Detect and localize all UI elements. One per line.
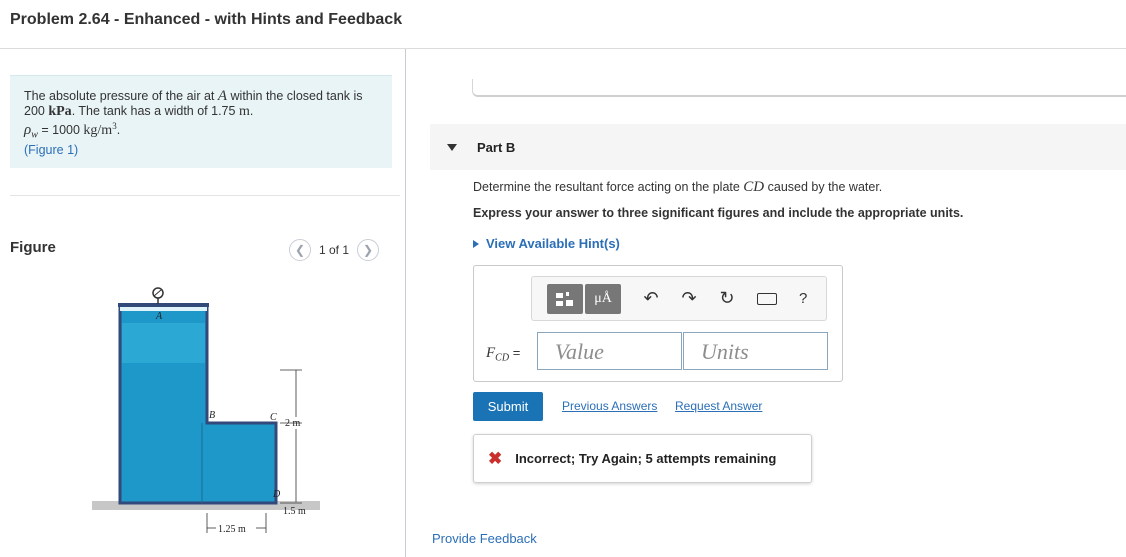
dim-label-1-25m: 1.25 m: [218, 524, 246, 535]
part-b-header[interactable]: Part B: [430, 124, 1126, 170]
answer-variable-sub: CD: [495, 352, 510, 364]
units-button[interactable]: μÅ: [585, 283, 621, 314]
feedback-message-box: ✖ Incorrect; Try Again; 5 attempts remai…: [473, 434, 812, 483]
provide-feedback-link[interactable]: Provide Feedback: [432, 531, 537, 546]
undo-icon[interactable]: ↶: [643, 288, 659, 309]
water-highlight: [122, 323, 205, 363]
x-icon: ✖: [488, 448, 503, 468]
statement-text: within the closed tank is: [227, 89, 363, 103]
question-text: Determine the resultant force acting on …: [473, 179, 882, 196]
width-unit: m: [238, 104, 250, 119]
rho-value: = 1000: [37, 123, 84, 138]
label-a: A: [155, 311, 163, 322]
rho-subscript: w: [31, 129, 38, 141]
reset-icon[interactable]: ↻: [719, 288, 735, 309]
submit-button[interactable]: Submit: [473, 392, 543, 421]
answer-panel: μÅ ↶ ↷ ↻ ? FCD = Value Units: [473, 265, 843, 382]
statement-text: .: [249, 104, 254, 118]
left-column: The absolute pressure of the air at A wi…: [0, 49, 406, 557]
right-column: Part B Determine the resultant force act…: [406, 49, 1126, 557]
math-toolbar: μÅ ↶ ↷ ↻ ?: [531, 276, 827, 321]
question-var: CD: [743, 179, 765, 195]
figure-heading: Figure: [10, 239, 56, 256]
problem-title: Problem 2.64 - Enhanced - with Hints and…: [10, 11, 403, 28]
figure-counter: 1 of 1: [319, 243, 350, 257]
statement-text: . The tank has a width of 1.75: [71, 104, 239, 118]
statement-text: .: [116, 123, 121, 138]
answer-variable-label: FCD =: [486, 345, 520, 364]
dim-label-1-5m: 1.5 m: [283, 506, 306, 517]
figure-pager: ❮ 1 of 1 ❯: [289, 239, 380, 261]
point-a-var: A: [217, 88, 228, 104]
templates-icon[interactable]: [547, 283, 583, 314]
answer-variable: F: [486, 345, 496, 361]
figure-divider: [10, 195, 400, 196]
question-pre: Determine the resultant force acting on …: [473, 180, 744, 194]
question-post: caused by the water.: [764, 180, 883, 194]
dim-label-2m: 2 m: [285, 418, 301, 429]
figure-link[interactable]: (Figure 1): [24, 143, 378, 158]
label-d: D: [272, 489, 281, 500]
keyboard-icon[interactable]: [757, 292, 777, 305]
view-hints-toggle[interactable]: View Available Hint(s): [473, 236, 620, 251]
label-b: B: [209, 410, 215, 421]
problem-statement: The absolute pressure of the air at A wi…: [10, 75, 392, 168]
redo-icon[interactable]: ↷: [681, 288, 697, 309]
chevron-left-icon[interactable]: ❮: [289, 239, 311, 261]
caret-right-icon: [473, 239, 479, 248]
units-input[interactable]: Units: [683, 332, 828, 370]
caret-down-icon[interactable]: [447, 143, 457, 151]
chevron-right-icon[interactable]: ❯: [357, 239, 380, 261]
answer-equals: =: [509, 345, 521, 360]
request-answer-link[interactable]: Request Answer: [675, 399, 762, 413]
templates-glyph: [556, 291, 573, 306]
help-button[interactable]: ?: [799, 290, 807, 307]
gauge-needle: [153, 289, 162, 297]
tank-diagram: A B C D 2 m 1.5 m 1.25 m: [92, 287, 320, 535]
part-title: Part B: [477, 139, 516, 155]
value-input[interactable]: Value: [537, 332, 682, 370]
statement-text: The absolute pressure of the air at: [24, 89, 218, 103]
previous-answers-link[interactable]: Previous Answers: [562, 399, 657, 413]
previous-part-panel-edge: [472, 79, 1126, 97]
label-c: C: [270, 412, 277, 423]
rho-unit: kg/m: [83, 123, 113, 139]
pressure-value: 200: [24, 104, 45, 118]
hints-label: View Available Hint(s): [486, 236, 620, 251]
pressure-unit: kPa: [48, 104, 72, 119]
answer-instruction: Express your answer to three significant…: [473, 206, 964, 220]
feedback-message: Incorrect; Try Again; 5 attempts remaini…: [515, 451, 777, 466]
